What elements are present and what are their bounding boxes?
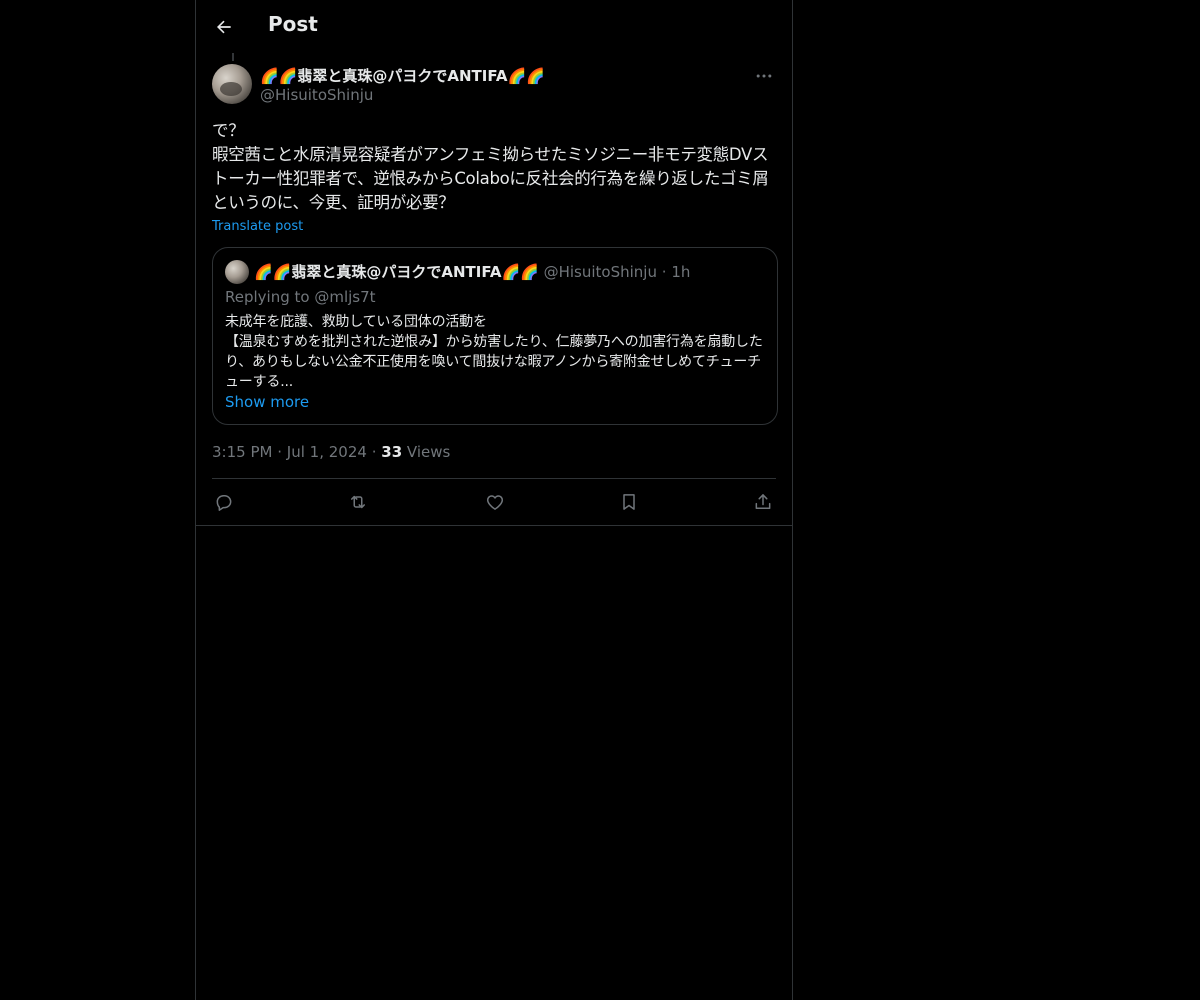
divider: [212, 478, 776, 479]
heart-icon: [486, 495, 504, 510]
replying-handle: @mljs7t: [314, 288, 376, 306]
post-text: で？ 暇空茜こと水原清晃容疑者がアンフェミ拗らせたミソジニー非モテ変態DVストー…: [212, 121, 769, 212]
views-count: 33: [381, 443, 403, 461]
show-more-link[interactable]: Show more: [225, 393, 309, 411]
reply-button[interactable]: [212, 490, 236, 514]
post-meta: 3:15 PM · Jul 1, 2024 · 33 Views: [212, 443, 450, 461]
quoted-separator: ·: [661, 263, 667, 281]
post-author: 🌈🌈翡翠と真珠@パヨクでANTIFA🌈🌈 @HisuitoShinju: [212, 64, 776, 108]
back-button[interactable]: [212, 15, 236, 39]
repost-button[interactable]: [346, 490, 370, 514]
share-icon: [755, 494, 771, 509]
author-name[interactable]: 🌈🌈翡翠と真珠@パヨクでANTIFA🌈🌈: [260, 65, 545, 86]
meta-separator: ·: [277, 443, 283, 461]
repost-icon: [351, 495, 365, 509]
reply-icon: [216, 495, 232, 511]
quoted-time: 1h: [671, 263, 691, 281]
quoted-author-name: 🌈🌈翡翠と真珠@パヨクでANTIFA🌈🌈: [254, 263, 539, 281]
avatar[interactable]: [212, 64, 252, 104]
meta-separator: ·: [371, 443, 377, 461]
post-time[interactable]: 3:15 PM: [212, 443, 272, 461]
thread-line: [232, 53, 234, 61]
quoted-replying-to: Replying to @mljs7t: [225, 288, 376, 306]
divider: [196, 525, 792, 526]
quoted-text: 未成年を庇護、救助している団体の活動を 【温泉むすめを批判された逆恨み】から妨害…: [225, 314, 763, 390]
quoted-header: 🌈🌈翡翠と真珠@パヨクでANTIFA🌈🌈 @HisuitoShinju · 1h: [254, 261, 690, 282]
post-date[interactable]: Jul 1, 2024: [287, 443, 367, 461]
quoted-avatar: [225, 260, 249, 284]
bookmark-button[interactable]: [617, 490, 641, 514]
page-title: Post: [268, 12, 318, 36]
more-horizontal-icon: [756, 74, 772, 78]
arrow-left-icon: [217, 20, 231, 34]
author-handle[interactable]: @HisuitoShinju: [260, 86, 373, 104]
like-button[interactable]: [483, 490, 507, 514]
more-button[interactable]: [752, 64, 776, 86]
replying-label: Replying to: [225, 288, 310, 306]
quoted-author-handle: @HisuitoShinju: [543, 263, 657, 281]
share-button[interactable]: [751, 490, 775, 514]
quoted-post[interactable]: 🌈🌈翡翠と真珠@パヨクでANTIFA🌈🌈 @HisuitoShinju · 1h…: [212, 247, 778, 425]
translate-post-link[interactable]: Translate post: [212, 219, 303, 234]
post-actions: [212, 488, 778, 516]
post-detail-column: Post 🌈🌈翡翠と真珠@パヨクでANTIFA🌈🌈 @HisuitoShinju…: [195, 0, 793, 1000]
header: Post: [196, 0, 792, 54]
bookmark-icon: [623, 494, 635, 510]
views-label: Views: [406, 443, 451, 461]
